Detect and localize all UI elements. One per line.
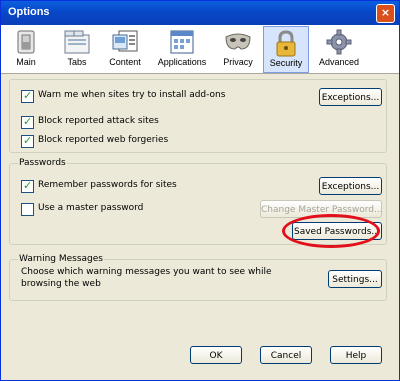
tab-main-label: Main: [16, 57, 36, 67]
remember-passwords-label: Remember passwords for sites: [38, 180, 177, 190]
security-options-group: Warn me when sites try to install add-on…: [9, 79, 387, 153]
tab-privacy-label: Privacy: [223, 57, 253, 67]
tab-security-label: Security: [269, 58, 303, 68]
mask-icon: [224, 29, 252, 58]
tab-content[interactable]: Content: [103, 26, 147, 71]
folder-tabs-icon: [63, 29, 91, 58]
passwords-group-title: Passwords: [18, 158, 67, 168]
tab-content-label: Content: [109, 57, 141, 67]
ok-button[interactable]: OK: [190, 346, 242, 364]
applications-icon: [169, 29, 195, 58]
block-forgery-checkbox[interactable]: [21, 134, 34, 148]
gear-icon: [326, 29, 352, 58]
addons-exceptions-button[interactable]: Exceptions...: [319, 88, 382, 106]
block-forgery-label: Block reported web forgeries: [38, 135, 169, 145]
options-window: Options × Main Tabs Content Applications…: [0, 0, 400, 381]
master-password-label: Use a master password: [38, 203, 144, 213]
warning-messages-group: Warning Messages Choose which warning me…: [9, 254, 387, 301]
block-attack-label: Block reported attack sites: [38, 116, 159, 126]
passwords-exceptions-button[interactable]: Exceptions...: [319, 177, 382, 195]
highlight-circle: [282, 214, 380, 248]
lock-icon: [274, 30, 298, 61]
tab-privacy[interactable]: Privacy: [217, 26, 259, 71]
warning-settings-button[interactable]: Settings...: [328, 270, 382, 288]
window-title: Options: [8, 6, 50, 18]
help-button[interactable]: Help: [330, 346, 382, 364]
tab-security[interactable]: Security: [263, 26, 309, 73]
warning-messages-group-title: Warning Messages: [18, 254, 104, 264]
tab-applications-label: Applications: [157, 57, 207, 67]
tab-tabs-label: Tabs: [67, 57, 87, 67]
title-bar[interactable]: Options ×: [1, 1, 399, 25]
cancel-button[interactable]: Cancel: [260, 346, 312, 364]
close-button[interactable]: ×: [376, 4, 395, 23]
tab-advanced-label: Advanced: [318, 57, 360, 67]
block-attack-checkbox[interactable]: [21, 115, 34, 129]
warn-install-label: Warn me when sites try to install add-on…: [38, 90, 226, 100]
warning-messages-description: Choose which warning messages you want t…: [21, 267, 272, 289]
tab-advanced[interactable]: Advanced: [313, 26, 365, 71]
tab-applications[interactable]: Applications: [154, 26, 210, 71]
tab-main[interactable]: Main: [4, 26, 48, 71]
content-icon: [111, 29, 139, 58]
tab-tabs[interactable]: Tabs: [57, 26, 97, 71]
options-toolbar: Main Tabs Content Applications Privacy S…: [1, 25, 399, 74]
remember-passwords-checkbox[interactable]: [21, 179, 34, 193]
master-password-checkbox[interactable]: [21, 203, 34, 216]
switch-icon: [15, 29, 37, 58]
warn-install-checkbox[interactable]: [21, 89, 34, 103]
